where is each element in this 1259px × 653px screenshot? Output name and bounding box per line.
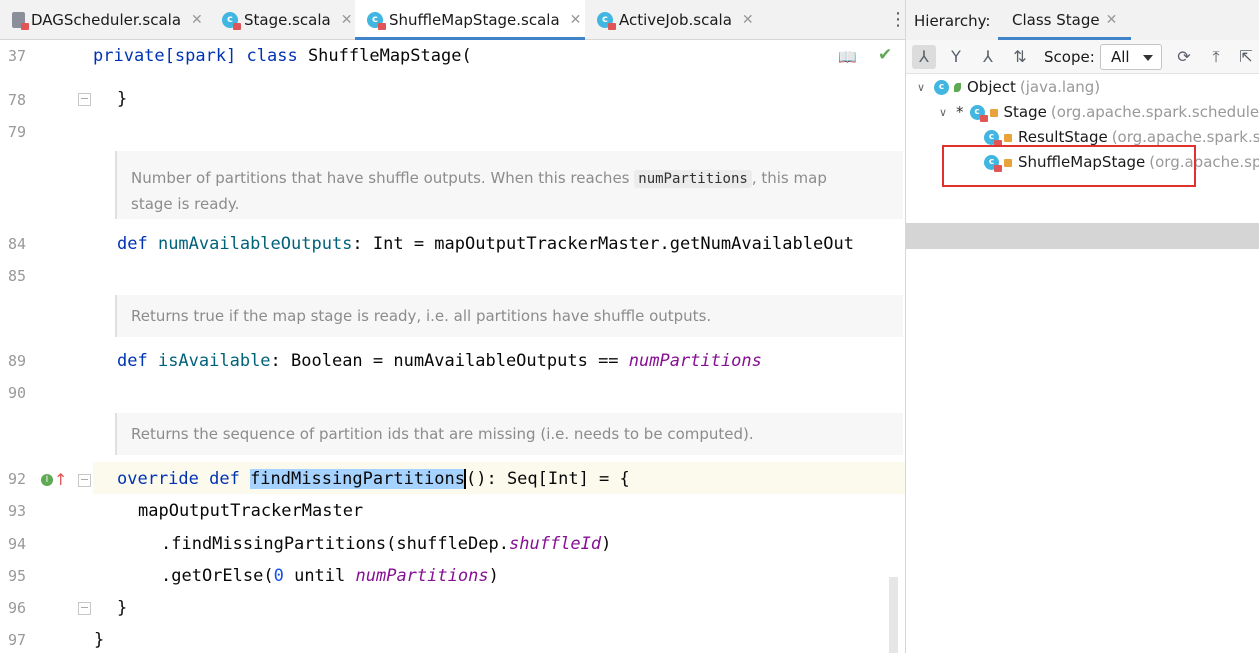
reader-mode-icon[interactable]: 📖 bbox=[838, 48, 857, 66]
hierarchy-tab-bar: Hierarchy: Class Stage ✕ bbox=[906, 0, 1259, 40]
tab-shufflemapstage[interactable]: c ShuffleMapStage.scala ✕ bbox=[355, 0, 585, 40]
code-line-95: .getOrElse(0 until numPartitions) bbox=[161, 566, 499, 586]
export-icon[interactable]: ⤒ bbox=[1204, 45, 1228, 69]
scala-class-icon: c bbox=[984, 130, 1002, 147]
vertical-scrollbar[interactable] bbox=[889, 577, 898, 653]
chevron-down-icon[interactable]: ∨ bbox=[914, 75, 928, 100]
selected-text: findMissingPartitions bbox=[250, 469, 465, 489]
scope-select[interactable]: All bbox=[1100, 44, 1162, 70]
line-number-gutter: 37 78 79 84 85 89 90 92 I ↑ 93 94 95 96 9… bbox=[0, 41, 93, 653]
fold-icon[interactable] bbox=[78, 93, 91, 106]
base-marker-icon: * bbox=[956, 103, 964, 121]
line-number: 79 bbox=[8, 123, 27, 141]
doc-comment: Number of partitions that have shuffle o… bbox=[115, 151, 903, 219]
code-line-96: } bbox=[117, 598, 128, 618]
hierarchy-panel: Hierarchy: Class Stage ✕ ⅄ Y ⅄ ⇅ Scope: … bbox=[905, 0, 1259, 653]
chevron-down-icon[interactable]: ∨ bbox=[936, 100, 950, 125]
line-number: 95 bbox=[8, 567, 27, 585]
code-line-89: def isAvailable: Boolean = numAvailableO… bbox=[117, 351, 762, 371]
close-icon[interactable]: ✕ bbox=[191, 12, 203, 28]
refresh-icon[interactable]: ⟳ bbox=[1172, 45, 1196, 69]
tab-activejob[interactable]: c ActiveJob.scala ✕ bbox=[585, 0, 760, 39]
scala-class-icon: c bbox=[222, 11, 241, 30]
close-icon[interactable]: ✕ bbox=[341, 12, 353, 28]
line-number: 78 bbox=[8, 91, 27, 109]
public-icon bbox=[954, 83, 961, 92]
tree-item-object[interactable]: ∨ c Object (java.lang) bbox=[914, 75, 1100, 100]
inspection-ok-icon[interactable]: ✔ bbox=[878, 45, 892, 65]
line-number: 90 bbox=[8, 384, 27, 402]
code-line-94: .findMissingPartitions(shuffleDep.shuffl… bbox=[161, 534, 612, 554]
scala-class-icon: c bbox=[969, 105, 988, 122]
tab-dagscheduler[interactable]: DAGScheduler.scala ✕ bbox=[0, 0, 210, 39]
highlight-annotation-box bbox=[942, 145, 1196, 187]
selected-row-highlight bbox=[906, 223, 1259, 249]
expand-icon[interactable]: ⇱ bbox=[1234, 45, 1258, 69]
line-number: 96 bbox=[8, 599, 27, 617]
line-number: 94 bbox=[8, 535, 27, 553]
code-editor[interactable]: DAGScheduler.scala ✕ c Stage.scala ✕ c S… bbox=[0, 0, 905, 653]
scala-file-icon bbox=[12, 11, 29, 30]
line-number: 84 bbox=[8, 235, 27, 253]
code-line-93: mapOutputTrackerMaster bbox=[138, 501, 364, 521]
tab-stage[interactable]: c Stage.scala ✕ bbox=[210, 0, 355, 39]
line-number: 92 bbox=[8, 470, 27, 488]
hierarchy-toolbar: ⅄ Y ⅄ ⇅ Scope: All ⟳ ⤒ ⇱ bbox=[906, 40, 1259, 74]
subtypes-icon[interactable]: ⅄ bbox=[976, 45, 1000, 69]
tab-class-stage[interactable]: Class Stage ✕ bbox=[998, 0, 1132, 40]
doc-comment: Returns true if the map stage is ready, … bbox=[115, 295, 903, 337]
class-hierarchy-icon[interactable]: ⅄ bbox=[912, 45, 936, 69]
sticky-class-header: private[spark] class ShuffleMapStage( bbox=[93, 46, 472, 66]
code-line-78: } bbox=[117, 89, 128, 109]
line-number: 85 bbox=[8, 267, 27, 285]
code-line-84: def numAvailableOutputs: Int = mapOutput… bbox=[117, 234, 854, 254]
editor-tab-bar: DAGScheduler.scala ✕ c Stage.scala ✕ c S… bbox=[0, 0, 905, 40]
chevron-down-icon bbox=[1143, 55, 1153, 61]
scala-class-icon: c bbox=[367, 12, 386, 30]
supertypes-icon[interactable]: Y bbox=[944, 45, 968, 69]
line-number: 97 bbox=[8, 631, 27, 649]
line-number: 93 bbox=[8, 502, 27, 520]
scala-class-icon: c bbox=[597, 11, 616, 30]
fold-icon[interactable] bbox=[78, 602, 91, 615]
code-area[interactable]: private[spark] class ShuffleMapStage( 📖 … bbox=[93, 41, 905, 653]
line-number: 89 bbox=[8, 352, 27, 370]
scope-label: Scope: bbox=[1044, 48, 1095, 66]
doc-comment: Returns the sequence of partition ids th… bbox=[115, 413, 903, 455]
fold-icon[interactable] bbox=[78, 474, 91, 487]
code-line-92: override def findMissingPartitions(): Se… bbox=[117, 469, 630, 489]
code-line-97: } bbox=[94, 630, 105, 650]
panel-title: Hierarchy: bbox=[914, 12, 991, 30]
close-icon[interactable]: ✕ bbox=[742, 12, 754, 28]
overrides-method-icon[interactable]: I ↑ bbox=[41, 470, 67, 489]
lock-icon bbox=[989, 108, 998, 117]
more-vertical-icon[interactable]: ⋮ bbox=[889, 9, 905, 30]
class-icon: c bbox=[934, 80, 949, 95]
lock-icon bbox=[1004, 133, 1012, 142]
close-icon[interactable]: ✕ bbox=[1106, 12, 1118, 28]
line-number: 37 bbox=[8, 47, 27, 65]
sort-alphabetically-icon[interactable]: ⇅ bbox=[1008, 45, 1032, 69]
close-icon[interactable]: ✕ bbox=[570, 12, 582, 28]
tree-item-stage[interactable]: ∨ * c Stage (org.apache.spark.schedule bbox=[936, 100, 1259, 125]
